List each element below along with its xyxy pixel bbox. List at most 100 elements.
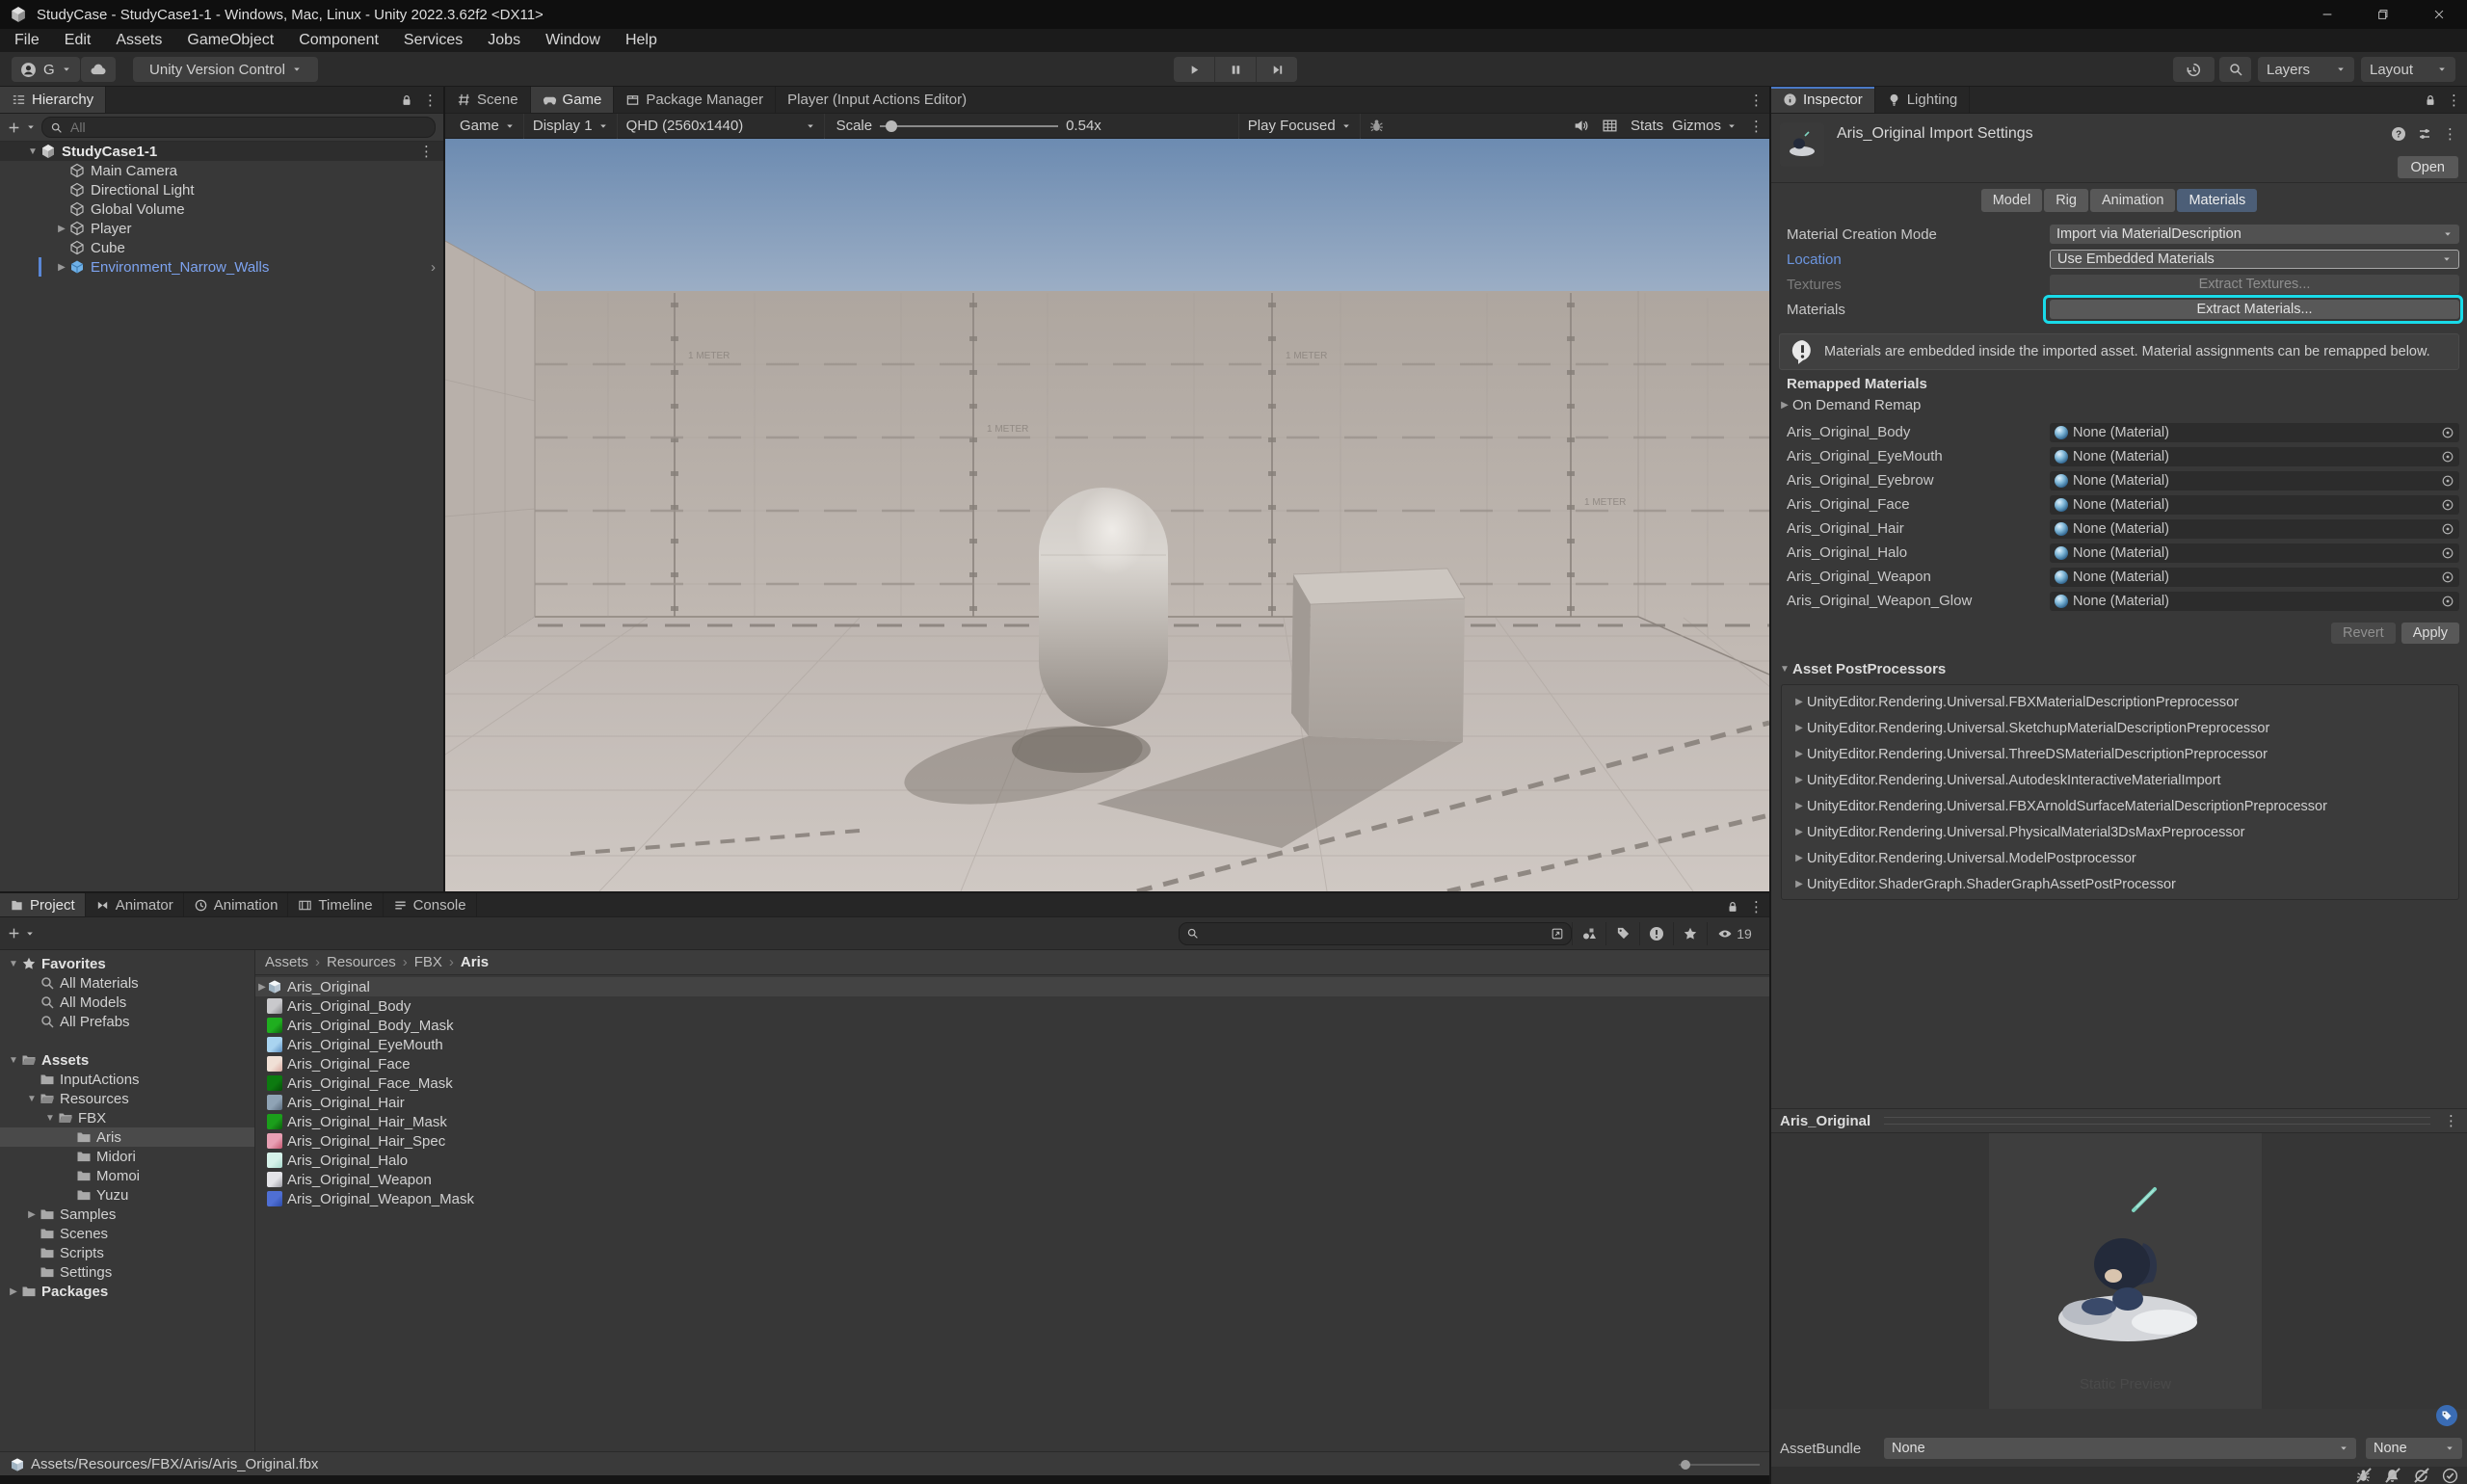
debug-bug-icon[interactable] [1368, 118, 1385, 134]
context-menu-icon[interactable]: ⋮ [2443, 125, 2457, 143]
hierarchy-scene-row[interactable]: ▼ StudyCase1-1 ⋮ [0, 142, 443, 161]
material-object-field[interactable]: None (Material) [2050, 471, 2459, 490]
tab-inspector[interactable]: Inspector [1771, 87, 1875, 113]
asset-aris-original-weapon[interactable]: Aris_Original_Weapon [255, 1170, 1769, 1189]
material-object-field[interactable]: None (Material) [2050, 519, 2459, 539]
menu-assets[interactable]: Assets [103, 29, 174, 52]
mute-audio-icon[interactable] [1573, 118, 1589, 134]
search-by-type-button[interactable] [1572, 922, 1605, 945]
mode-tab-rig[interactable]: Rig [2044, 189, 2088, 212]
step-button[interactable] [1257, 57, 1297, 82]
project-tree-all-models[interactable]: All Models [0, 993, 254, 1012]
gizmos-dropdown[interactable]: Gizmos [1663, 114, 1745, 139]
asset-aris-original-halo[interactable]: Aris_Original_Halo [255, 1151, 1769, 1170]
tab-animation[interactable]: Animation [184, 893, 289, 916]
menu-services[interactable]: Services [391, 29, 475, 52]
auto-refresh-disabled-icon[interactable] [2413, 1468, 2429, 1484]
thumbnail-zoom-slider[interactable] [1679, 1452, 1760, 1477]
create-add-icon[interactable] [8, 927, 20, 940]
asset-aris-original[interactable]: ▶Aris_Original [255, 977, 1769, 996]
asset-aris-original-body[interactable]: Aris_Original_Body [255, 996, 1769, 1016]
search-by-label-button[interactable] [1605, 922, 1639, 945]
project-search-field[interactable] [1205, 925, 1545, 942]
search-everywhere-button[interactable] [2219, 57, 2251, 82]
lock-icon[interactable] [400, 93, 413, 107]
postprocessor-row[interactable]: ▶UnityEditor.Rendering.Universal.Physica… [1782, 819, 2458, 845]
assetbundle-variant-dropdown[interactable]: None [2366, 1438, 2462, 1459]
foldout-arrow-icon[interactable]: ▶ [1791, 827, 1807, 837]
material-object-field[interactable]: None (Material) [2050, 423, 2459, 442]
panel-menu-icon[interactable]: ⋮ [423, 92, 438, 109]
asset-aris-original-eyemouth[interactable]: Aris_Original_EyeMouth [255, 1035, 1769, 1054]
material-creation-mode-dropdown[interactable]: Import via MaterialDescription [2050, 225, 2459, 244]
layout-dropdown[interactable]: Layout [2361, 57, 2455, 82]
foldout-arrow-icon[interactable]: ▼ [6, 959, 21, 969]
foldout-arrow-icon[interactable]: ▼ [42, 1113, 58, 1124]
panel-menu-icon[interactable]: ⋮ [1749, 118, 1764, 135]
panel-menu-icon[interactable]: ⋮ [1749, 92, 1764, 109]
hierarchy-item-environment-narrow-walls[interactable]: ▶Environment_Narrow_Walls› [0, 257, 443, 277]
material-object-field[interactable]: None (Material) [2050, 568, 2459, 587]
asset-aris-original-body-mask[interactable]: Aris_Original_Body_Mask [255, 1016, 1769, 1035]
postprocessor-row[interactable]: ▶UnityEditor.ShaderGraph.ShaderGraphAsse… [1782, 871, 2458, 897]
foldout-arrow-icon[interactable]: ▶ [1791, 801, 1807, 811]
breadcrumb-aris[interactable]: Aris [461, 954, 489, 970]
foldout-arrow-icon[interactable]: ▶ [1791, 749, 1807, 759]
tab-project[interactable]: Project [0, 893, 86, 916]
preview-menu-icon[interactable]: ⋮ [2444, 1112, 2458, 1129]
breadcrumb-assets[interactable]: Assets [265, 954, 308, 970]
menu-gameobject[interactable]: GameObject [174, 29, 286, 52]
vsync-icon[interactable] [1602, 118, 1618, 134]
project-tree-packages[interactable]: ▶Packages [0, 1282, 254, 1301]
project-tree-all-prefabs[interactable]: All Prefabs [0, 1012, 254, 1031]
menu-help[interactable]: Help [613, 29, 670, 52]
account-button[interactable]: G [12, 57, 80, 82]
project-tree-yuzu[interactable]: Yuzu [0, 1185, 254, 1205]
location-dropdown[interactable]: Use Embedded Materials [2050, 250, 2459, 269]
menu-edit[interactable]: Edit [52, 29, 104, 52]
create-add-icon[interactable] [8, 121, 20, 134]
menu-component[interactable]: Component [286, 29, 391, 52]
foldout-arrow-icon[interactable]: ▶ [1791, 723, 1807, 733]
foldout-arrow-icon[interactable]: ▶ [1791, 697, 1807, 707]
project-tree-settings[interactable]: Settings [0, 1262, 254, 1282]
foldout-arrow-icon[interactable]: ▶ [54, 262, 69, 273]
panel-menu-icon[interactable]: ⋮ [1749, 898, 1764, 915]
material-object-field[interactable]: None (Material) [2050, 543, 2459, 563]
postprocessor-row[interactable]: ▶UnityEditor.Rendering.Universal.Sketchu… [1782, 715, 2458, 741]
menu-window[interactable]: Window [533, 29, 613, 52]
preview-resize-handle[interactable] [1884, 1117, 2430, 1125]
mode-tab-materials[interactable]: Materials [2177, 189, 2257, 212]
asset-postprocessors-foldout[interactable]: ▼ Asset PostProcessors [1777, 661, 1946, 677]
undo-history-button[interactable] [2173, 57, 2215, 82]
panel-menu-icon[interactable]: ⋮ [2447, 92, 2461, 109]
open-search-window-icon[interactable] [1551, 927, 1564, 941]
hidden-items-button[interactable]: 19 [1707, 922, 1762, 945]
asset-aris-original-hair-spec[interactable]: Aris_Original_Hair_Spec [255, 1131, 1769, 1151]
project-tree-favorites[interactable]: ▼Favorites [0, 954, 254, 973]
hierarchy-item-directional-light[interactable]: Directional Light [0, 180, 443, 199]
foldout-arrow-icon[interactable]: ▼ [6, 1055, 21, 1066]
foldout-arrow-icon[interactable]: ▶ [1791, 775, 1807, 785]
breadcrumb-fbx[interactable]: FBX [414, 954, 442, 970]
hierarchy-item-player[interactable]: ▶Player [0, 219, 443, 238]
tab-package-manager[interactable]: Package Manager [614, 87, 776, 113]
close-button[interactable] [2411, 0, 2467, 29]
project-tree-all-materials[interactable]: All Materials [0, 973, 254, 993]
debugger-disabled-icon[interactable] [2355, 1468, 2372, 1484]
play-button[interactable] [1174, 57, 1215, 82]
foldout-arrow-icon[interactable]: ▼ [24, 1094, 40, 1104]
material-object-field[interactable]: None (Material) [2050, 592, 2459, 611]
asset-labels-button[interactable] [2436, 1405, 2457, 1426]
foldout-arrow-icon[interactable]: ▶ [1791, 879, 1807, 889]
project-tree-momoi[interactable]: Momoi [0, 1166, 254, 1185]
asset-aris-original-hair-mask[interactable]: Aris_Original_Hair_Mask [255, 1112, 1769, 1131]
hierarchy-item-global-volume[interactable]: Global Volume [0, 199, 443, 219]
version-control-button[interactable]: Unity Version Control [133, 57, 318, 82]
project-search-input[interactable] [1179, 922, 1572, 945]
help-icon[interactable]: ? [2391, 126, 2406, 142]
tab-player-input-actions-editor[interactable]: Player (Input Actions Editor) [776, 87, 978, 113]
minimize-button[interactable] [2299, 0, 2355, 29]
maximize-button[interactable] [2355, 0, 2411, 29]
stats-toggle[interactable]: Stats [1631, 118, 1663, 134]
